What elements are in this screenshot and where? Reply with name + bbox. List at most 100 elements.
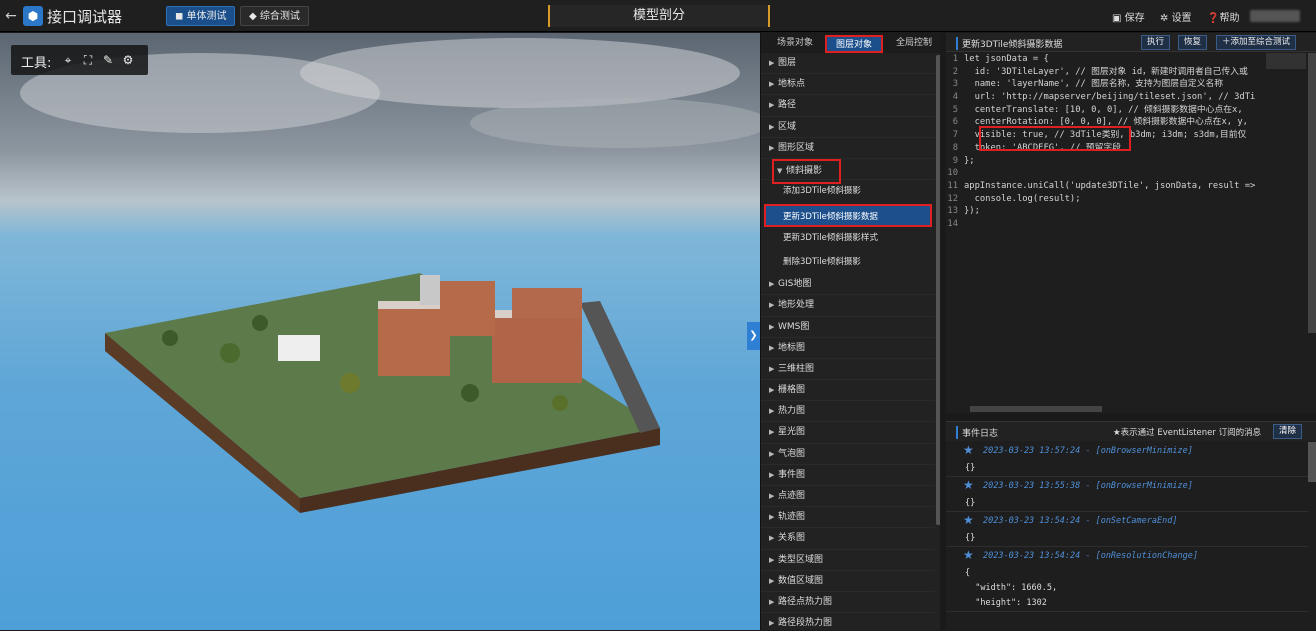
code-text: centerTranslate: [10, 0, 0], // 倾斜摄影数据中心… — [964, 104, 1243, 115]
caret-right-icon: ▶ — [769, 143, 775, 152]
code-highlight-box — [979, 126, 1131, 151]
tree-item-label: WMS图 — [778, 321, 810, 332]
tree-item[interactable]: ▶ 热力图 — [761, 401, 935, 423]
tree-item[interactable]: ▶ 关系图 — [761, 528, 935, 550]
locate-icon[interactable]: ⌖ — [61, 53, 75, 67]
app-title: 接口调试器 — [47, 8, 123, 26]
event-entry: ★ 2023-03-23 13:54:24 - [onResolutionCha… — [946, 547, 1308, 612]
editor-vertical-scrollbar[interactable] — [1308, 53, 1316, 333]
tree-subitem[interactable]: 删除3DTile倾斜摄影 — [761, 251, 935, 275]
line-number: 8 — [952, 142, 958, 153]
unit-test-label: 单体测试 — [186, 11, 227, 22]
tree-item-label: 地标图 — [778, 342, 806, 353]
gear-icon[interactable]: ⚙ — [121, 53, 135, 67]
run-button[interactable]: 执行 — [1141, 35, 1171, 50]
tree-item[interactable]: ▶ 星光图 — [761, 422, 935, 444]
tree-item-label: GIS地图 — [778, 279, 812, 290]
pen-icon[interactable]: ✎ — [101, 53, 115, 67]
combo-test-button[interactable]: ◆ 综合测试 — [240, 6, 309, 26]
help-button[interactable]: ❓帮助 — [1207, 9, 1239, 24]
tree-item-label: 路径段热力图 — [778, 618, 833, 629]
tree-item[interactable]: ▶ GIS地图 — [761, 274, 935, 296]
tree-item[interactable]: ▶ 图层 — [761, 53, 935, 75]
tree-item[interactable]: ▶ 事件图 — [761, 465, 935, 486]
tab-scene-objects[interactable]: 场景对象 — [765, 35, 825, 53]
tree-item[interactable]: ▶ 栅格图 — [761, 380, 935, 402]
unit-test-icon: ◼ — [175, 11, 187, 22]
code-line: 3 name: 'layerName', // 图层名称，支持为图层自定义名称 — [946, 78, 1262, 91]
tree-item-label: 路径点热力图 — [778, 596, 833, 607]
code-minimap[interactable] — [1266, 53, 1306, 69]
toolbar: 工具: ⌖ ⛶ ✎ ⚙ — [11, 45, 148, 75]
unit-test-button[interactable]: ◼ 单体测试 — [166, 6, 236, 26]
tree-item[interactable]: ▶ 路径 — [761, 95, 935, 117]
caret-right-icon: ▶ — [769, 470, 775, 479]
line-number: 5 — [952, 104, 958, 115]
event-log-scrollbar[interactable] — [1308, 442, 1316, 482]
reset-button[interactable]: 恢复 — [1178, 35, 1208, 50]
tree-item[interactable]: ▶ 轨迹图 — [761, 507, 935, 529]
tree-item-label: 轨迹图 — [778, 512, 806, 523]
tab-bar: 场景对象 图层对象 全局控制 — [761, 33, 945, 53]
code-line: 12 console.log(result); — [946, 193, 1262, 206]
tree-item[interactable]: ▶ 地形处理 — [761, 295, 935, 317]
caret-right-icon: ▶ — [769, 555, 775, 564]
code-text: console.log(result); — [964, 193, 1081, 204]
tree-item[interactable]: ▶ 类型区域图 — [761, 550, 935, 571]
tree-item[interactable]: ▶ 图形区域 — [761, 138, 935, 159]
code-line: 2 id: '3DTileLayer', // 图层对象 id，新建时调用者自己… — [946, 66, 1262, 79]
line-number: 13 — [947, 206, 958, 217]
tree-subitem[interactable]: 添加3DTile倾斜摄影 — [761, 180, 935, 204]
caret-right-icon: ▶ — [769, 322, 775, 331]
tree-subitem-selected[interactable]: 更新3DTile倾斜摄影数据 — [764, 203, 932, 228]
tree-subitem[interactable]: 更新3DTile倾斜摄影样式 — [761, 227, 935, 251]
line-number: 3 — [952, 79, 958, 90]
tab-layer-objects[interactable]: 图层对象 — [825, 35, 883, 53]
tree-item[interactable]: ▶ 路径点热力图 — [761, 592, 935, 614]
add-to-combo-label: 添加至综合测试 — [1230, 37, 1291, 47]
clear-button[interactable]: 清除 — [1273, 424, 1303, 439]
add-to-combo-button[interactable]: ＋添加至综合测试 — [1216, 35, 1297, 50]
scene-graphic — [20, 38, 760, 513]
3d-viewport[interactable]: 工具: ⌖ ⛶ ✎ ⚙ ❯ — [0, 33, 760, 630]
code-text: id: '3DTileLayer', // 图层对象 id，新建时调用者自己传入… — [964, 66, 1248, 77]
tree-item[interactable]: ▶ 地标图 — [761, 338, 935, 359]
line-number: 7 — [952, 130, 958, 141]
line-number: 4 — [952, 92, 958, 103]
event-time-text: 2023-03-23 13:54:24 - [onSetCameraEnd] — [983, 516, 1178, 526]
caret-right-icon: ▶ — [769, 597, 775, 606]
combo-test-label: 综合测试 — [259, 11, 300, 22]
tree-item[interactable]: ▶ 地标点 — [761, 74, 935, 96]
caret-right-icon: ▶ — [769, 619, 775, 628]
tree-item-label: 星光图 — [778, 427, 806, 438]
caret-right-icon: ▶ — [769, 364, 775, 373]
tree-item[interactable]: ▶ 区域 — [761, 117, 935, 138]
tree-item[interactable]: ▶ WMS图 — [761, 317, 935, 338]
tree-item[interactable]: ▶ 数值区域图 — [761, 571, 935, 592]
event-log-title: 事件日志 — [956, 426, 998, 439]
settings-button[interactable]: ✲ 设置 — [1160, 9, 1192, 24]
tree-item-label: 倾斜摄影 — [786, 165, 823, 176]
tree-item[interactable]: ▶ 路径段热力图 — [761, 613, 935, 630]
editor-horizontal-scrollbar[interactable] — [970, 406, 1102, 412]
back-arrow-icon[interactable]: ← — [2, 7, 20, 25]
tree-item-label: 图形区域 — [778, 142, 815, 153]
event-time-text: 2023-03-23 13:57:24 - [onBrowserMinimize… — [983, 446, 1193, 456]
panel-expand-icon[interactable]: ❯ — [747, 322, 760, 350]
event-entry: ★ 2023-03-23 13:55:38 - [onBrowserMinimi… — [946, 477, 1308, 512]
save-button[interactable]: ▣ 保存 — [1112, 9, 1145, 24]
api-tree: ▶ 图层 ▶ 地标点 ▶ 路径 ▶ 区域 ▶ 图形区域 ▼ 倾斜摄影 添加3DTile倾斜摄… — [761, 53, 935, 630]
tree-item[interactable]: ▶ 三维柱图 — [761, 359, 935, 381]
tree-item[interactable]: ▶ 气泡图 — [761, 444, 935, 465]
user-avatar[interactable] — [1250, 10, 1300, 22]
event-entry: ★ 2023-03-23 13:57:24 - [onBrowserMinimi… — [946, 442, 1308, 477]
tree-item-oblique-photo[interactable]: ▼ 倾斜摄影 — [761, 158, 935, 184]
event-log-header: 事件日志 ★表示通过 EventListener 订阅的消息 清除 — [946, 422, 1316, 441]
tree-item[interactable]: ▶ 点迹图 — [761, 486, 935, 508]
frame-icon[interactable]: ⛶ — [81, 53, 95, 67]
caret-right-icon: ▶ — [769, 428, 775, 437]
code-area[interactable]: 1 let jsonData = { 2 id: '3DTileLayer', /… — [946, 53, 1262, 413]
top-bar: ← ⬢ 接口调试器 ◼ 单体测试 ◆ 综合测试 模型剖分 ▣ 保存 ✲ 设置 ❓… — [0, 0, 1316, 32]
app-logo-icon: ⬢ — [23, 6, 43, 26]
tab-global-control[interactable]: 全局控制 — [885, 35, 943, 53]
